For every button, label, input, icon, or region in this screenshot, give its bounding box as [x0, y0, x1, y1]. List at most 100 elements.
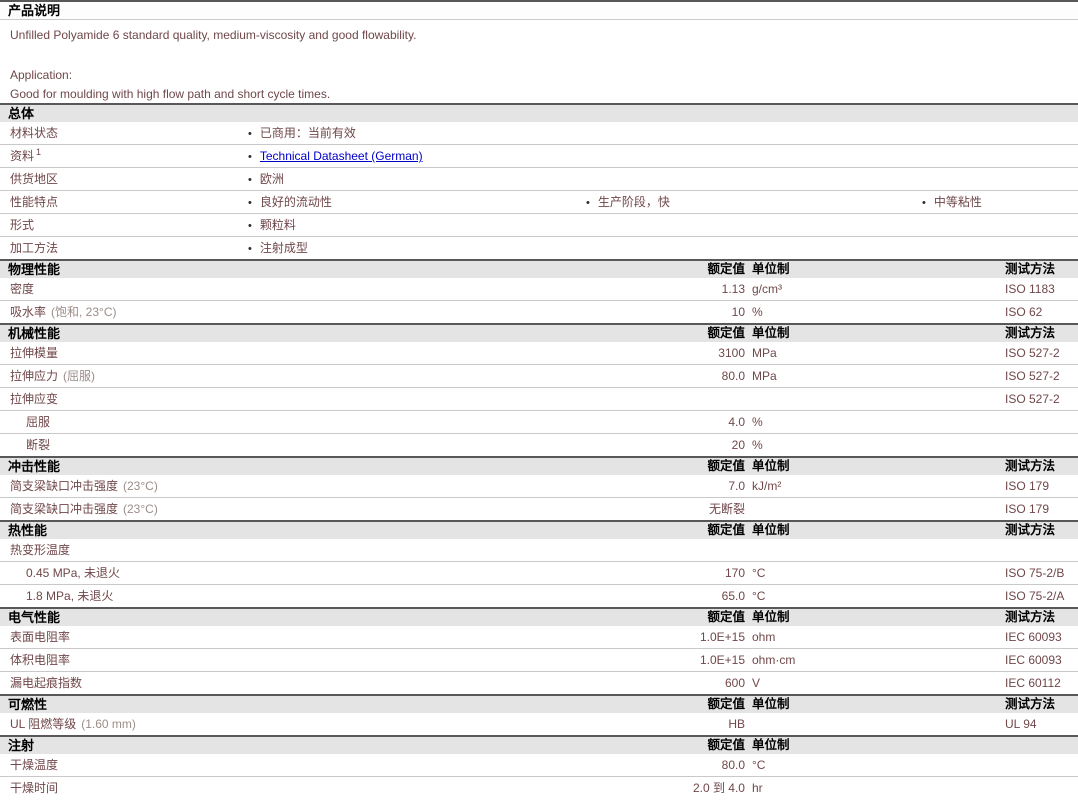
property-note: (23°C) [123, 479, 158, 493]
bullet-icon: • [248, 128, 252, 140]
column-header-rated-value: 额定值 [707, 697, 745, 711]
property-value: 170 [724, 566, 745, 580]
property-label-text: 漏电起痕指数 [10, 676, 83, 690]
test-method: ISO 179 [1005, 502, 1050, 516]
property-label: 0.45 MPa, 未退火 [0, 566, 120, 580]
bullet-icon: • [248, 151, 252, 163]
test-method: IEC 60112 [1005, 676, 1061, 690]
section-title: 注射 [8, 738, 35, 753]
property-label-text: 供货地区 [10, 172, 59, 186]
test-method: ISO 75-2/A [1005, 589, 1065, 603]
property-label-text: 体积电阻率 [10, 653, 71, 667]
column-header-rated-value: 额定值 [707, 262, 745, 276]
property-unit: ohm [752, 630, 776, 644]
property-unit: °C [752, 566, 766, 580]
section-title: 机械性能 [8, 326, 61, 341]
property-value: 20 [731, 438, 745, 452]
column-header-unit: 单位制 [752, 523, 790, 537]
property-label: 拉伸应变 [0, 392, 58, 406]
property-label: 热变形温度 [0, 543, 70, 557]
table-row: 简支梁缺口冲击强度 (23°C) 无断裂 ISO 179 [0, 497, 1078, 520]
property-value: 65.0 [721, 589, 745, 603]
property-unit: % [752, 438, 763, 452]
section-title: 产品说明 [8, 3, 61, 18]
test-method: ISO 75-2/B [1005, 566, 1065, 580]
property-sections: 总体 材料状态 • 已商用：当前有效 资料 1 • Technical Datasheet (… [0, 103, 1078, 799]
list-item: • 良好的流动性 [248, 191, 332, 214]
property-label-text: 屈服 [26, 415, 51, 429]
column-header-test-method: 测试方法 [1005, 697, 1056, 711]
property-label-text: 资料 [10, 149, 35, 163]
bullet-icon: • [248, 174, 252, 186]
property-note: (屈服) [63, 369, 96, 383]
property-unit: V [752, 676, 761, 690]
property-unit: hr [752, 781, 763, 795]
property-label-text: 1.8 MPa, 未退火 [26, 589, 114, 603]
test-method: IEC 60093 [1005, 630, 1062, 644]
application-label: Application: [10, 68, 73, 82]
table-row: 拉伸应力 (屈服) 80.0 MPa ISO 527-2 [0, 364, 1078, 387]
property-label-text: 表面电阻率 [10, 630, 71, 644]
property-label-text: 性能特点 [10, 195, 59, 209]
table-row: 拉伸应变 ISO 527-2 [0, 387, 1078, 410]
table-row: 加工方法 • 注射成型 [0, 236, 1078, 259]
property-value: 1.13 [721, 282, 745, 296]
test-method: UL 94 [1005, 717, 1037, 731]
property-label: 简支梁缺口冲击强度 (23°C) [0, 502, 158, 516]
section-title: 热性能 [8, 523, 48, 538]
feature-value: 生产阶段，快 [597, 195, 670, 209]
table-row: 拉伸模量 3100 MPa ISO 527-2 [0, 342, 1078, 364]
section-header-electrical: 电气性能 额定值 单位制 测试方法 [0, 607, 1078, 626]
table-row: 屈服 4.0% [0, 410, 1078, 433]
table-row: 1.8 MPa, 未退火 65.0 °C ISO 75-2/A [0, 584, 1078, 607]
product-description-text: Unfilled Polyamide 6 standard quality, m… [10, 28, 417, 42]
table-row: 干燥温度 80.0 °C [0, 754, 1078, 776]
property-label: 干燥温度 [0, 758, 58, 772]
section-title: 可燃性 [8, 697, 48, 712]
property-label: 屈服 [0, 415, 50, 429]
bullet-icon: • [586, 197, 590, 209]
property-label-text: 密度 [10, 282, 35, 296]
property-label: 形式 [0, 218, 34, 232]
property-value: 3100 [718, 346, 745, 360]
property-label: 体积电阻率 [0, 653, 70, 667]
table-row: 材料状态 • 已商用：当前有效 [0, 122, 1078, 144]
column-header-rated-value: 额定值 [707, 326, 745, 340]
property-unit: g/cm³ [752, 282, 782, 296]
section-header-injection: 注射 额定值 单位制 [0, 735, 1078, 754]
section-header-general: 总体 [0, 103, 1078, 122]
property-value: HB [728, 717, 745, 731]
property-label: 吸水率 (饱和, 23°C) [0, 305, 117, 319]
table-row: 性能特点 • 良好的流动性 • 生产阶段，快 • 中等粘性 [0, 190, 1078, 213]
column-header-rated-value: 额定值 [707, 610, 745, 624]
property-value: 无断裂 [708, 502, 745, 516]
column-header-rated-value: 额定值 [707, 459, 745, 473]
property-label-text: 拉伸应力 [10, 369, 59, 383]
property-unit: kJ/m² [752, 479, 782, 493]
section-header-flammability: 可燃性 额定值 单位制 测试方法 [0, 694, 1078, 713]
property-unit: % [752, 305, 763, 319]
section-header-product-description: 产品说明 [0, 0, 1078, 20]
table-row: 漏电起痕指数 600 V IEC 60112 [0, 671, 1078, 694]
property-label-text: 形式 [10, 218, 35, 232]
property-value: 80.0 [721, 369, 745, 383]
property-label: 1.8 MPa, 未退火 [0, 589, 113, 603]
bullet-icon: • [248, 220, 252, 232]
property-unit: ohm·cm [752, 653, 796, 667]
table-row: 热变形温度 [0, 539, 1078, 561]
list-item: • Technical Datasheet (German) [248, 145, 423, 168]
bullet-icon: • [922, 197, 926, 209]
property-label: 干燥时间 [0, 781, 58, 795]
property-label: 性能特点 [0, 195, 58, 209]
table-row: 资料 1 • Technical Datasheet (German) [0, 144, 1078, 167]
list-item: • 颗粒料 [248, 214, 296, 237]
table-row: 密度 1.13 g/cm³ ISO 1183 [0, 278, 1078, 300]
bullet-icon: • [248, 197, 252, 209]
technical-datasheet-link[interactable]: Technical Datasheet (German) [260, 149, 423, 163]
property-note: (饱和, 23°C) [51, 305, 117, 319]
property-label: 供货地区 [0, 172, 58, 186]
test-method: ISO 527-2 [1005, 369, 1060, 383]
property-label-text: 断裂 [26, 438, 51, 452]
property-unit: MPa [752, 346, 777, 360]
product-description-block: Unfilled Polyamide 6 standard quality, m… [0, 20, 1078, 103]
